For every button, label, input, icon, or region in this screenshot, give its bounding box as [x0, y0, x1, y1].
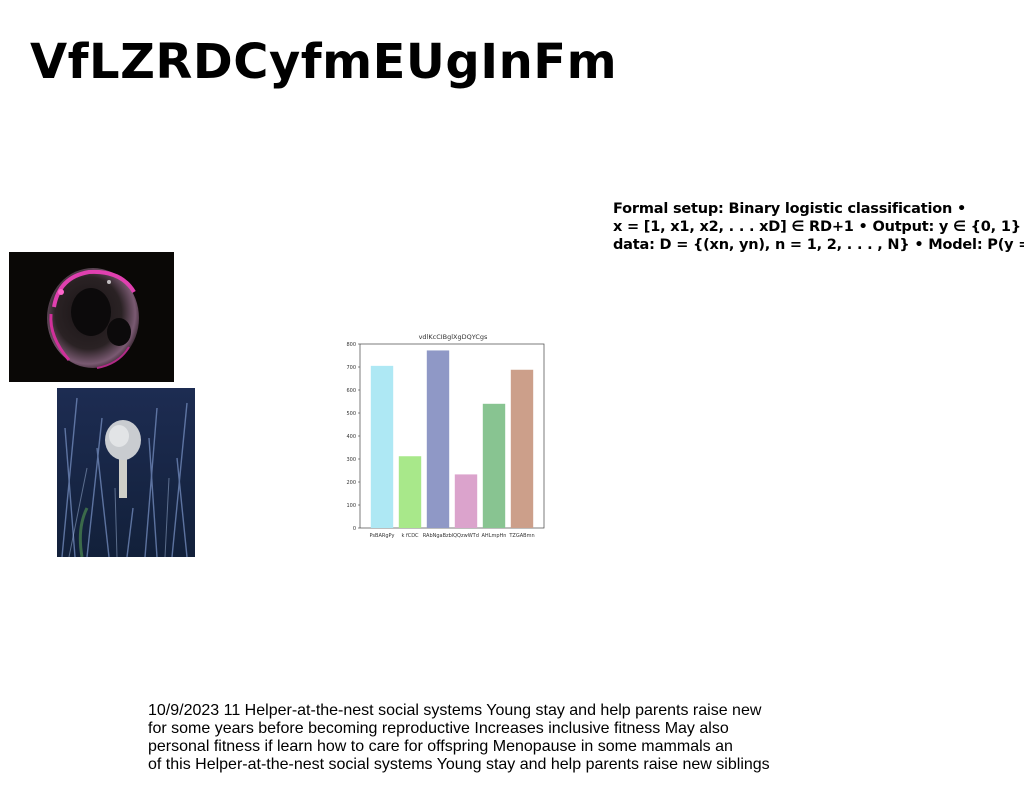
x-tick-label: TZGABmn	[508, 533, 534, 539]
dark-sphere-image	[9, 252, 174, 382]
y-tick-label: 0	[353, 526, 356, 532]
y-tick-label: 400	[346, 434, 356, 440]
body-text-line: 10/9/2023 11 Helper-at-the-nest social s…	[148, 702, 762, 719]
chart-bar	[398, 456, 422, 528]
chart-bar	[510, 369, 534, 528]
y-tick-label: 700	[346, 365, 356, 371]
chart-bar	[426, 350, 450, 528]
formal-setup-line: x = [1, x1, x2, . . . xD] ∈ RD+1 • Outpu…	[613, 219, 1024, 235]
mushroom-image	[57, 388, 195, 557]
dark-sphere-illustration	[9, 252, 174, 382]
y-tick-label: 300	[346, 457, 356, 463]
x-tick-label: RAbNgaBzbl	[423, 533, 453, 539]
chart-bar	[454, 474, 478, 528]
formal-setup-line: Formal setup: Binary logistic classifica…	[613, 201, 967, 217]
body-text: 10/9/2023 11 Helper-at-the-nest social s…	[148, 702, 828, 774]
y-tick-label: 800	[346, 342, 356, 348]
body-text-line: for some years before becoming reproduct…	[148, 720, 729, 737]
mushroom-illustration	[57, 388, 195, 557]
y-tick-label: 200	[346, 480, 356, 486]
formal-setup-text: Formal setup: Binary logistic classifica…	[613, 200, 1024, 254]
x-tick-label: AHLmpHn	[482, 533, 507, 539]
formal-setup-line: data: D = {(xn, yn), n = 1, 2, . . . , N…	[613, 237, 1024, 253]
bar-chart: vdlKcCIBglXgDQYCgs 0 100 200 300 400 500 600 70…	[346, 333, 545, 539]
y-tick-label: 600	[346, 388, 356, 394]
chart-title: vdlKcCIBglXgDQYCgs	[419, 333, 488, 341]
x-tick-label: PsBARgPy	[369, 533, 394, 539]
page-title: VfLZRDCyfmEUgInFm	[30, 34, 618, 90]
y-tick-label: 500	[346, 411, 356, 417]
body-text-line: of this Helper-at-the-nest social system…	[148, 756, 770, 773]
x-tick-label: QQzwWTd	[453, 533, 479, 539]
chart-bar	[482, 403, 506, 528]
x-tick-label: k fCDC	[401, 533, 419, 539]
chart-bar	[370, 365, 394, 528]
body-text-line: personal fitness if learn how to care fo…	[148, 738, 733, 755]
y-tick-label: 100	[346, 503, 356, 509]
